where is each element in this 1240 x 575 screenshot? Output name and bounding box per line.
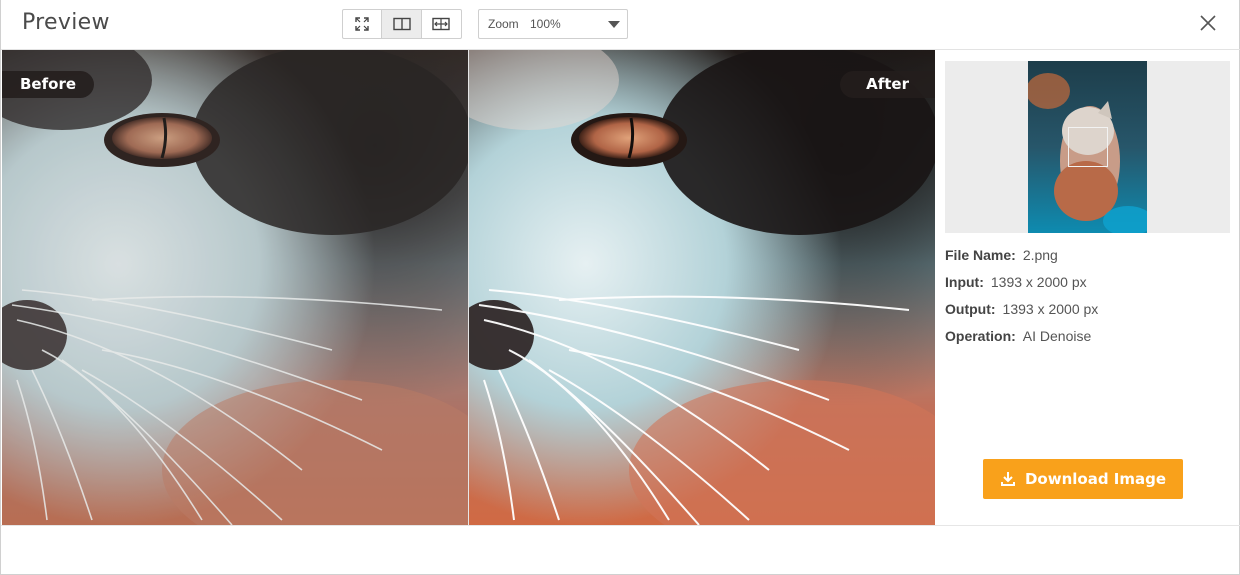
before-image-pane[interactable]: Before	[2, 50, 468, 525]
operation-row: Operation: AI Denoise	[945, 328, 1091, 344]
download-button-label: Download Image	[1024, 470, 1167, 488]
after-cat-image	[469, 50, 935, 525]
operation-label: Operation:	[945, 328, 1016, 344]
thumbnail-navigator[interactable]	[945, 61, 1230, 233]
input-row: Input: 1393 x 2000 px	[945, 274, 1087, 290]
close-icon	[1200, 15, 1216, 31]
expand-icon	[355, 17, 369, 31]
dialog-header: Preview Zoom 100%	[1, 0, 1240, 50]
dialog-title: Preview	[22, 10, 110, 35]
operation-value: AI Denoise	[1022, 328, 1092, 344]
before-label: Before	[2, 71, 95, 98]
footer-divider	[1, 525, 1240, 526]
output-value: 1393 x 2000 px	[1002, 301, 1099, 317]
caret-down-icon	[608, 21, 620, 28]
fit-screen-button[interactable]	[343, 10, 383, 38]
thumbnail-image	[1028, 61, 1147, 233]
compare-slider-icon	[432, 17, 451, 31]
file-name-label: File Name:	[945, 247, 1016, 263]
file-name-value: 2.png	[1022, 247, 1058, 263]
before-cat-image	[2, 50, 468, 525]
view-mode-group	[342, 9, 462, 39]
zoom-value: 100%	[530, 17, 561, 31]
input-label: Input:	[945, 274, 984, 290]
after-image-pane[interactable]: After	[469, 50, 935, 525]
input-value: 1393 x 2000 px	[990, 274, 1087, 290]
zoom-label: Zoom	[488, 17, 519, 31]
preview-dialog: Preview Zoom 100% Before After File Name…	[0, 0, 1240, 575]
download-image-button[interactable]: Download Image	[983, 459, 1183, 499]
download-icon	[1000, 471, 1016, 487]
file-name-row: File Name: 2.png	[945, 247, 1058, 263]
close-button[interactable]	[1198, 13, 1218, 33]
split-view-button[interactable]	[382, 10, 422, 38]
output-label: Output:	[945, 301, 996, 317]
output-row: Output: 1393 x 2000 px	[945, 301, 1098, 317]
viewport-frame[interactable]	[1068, 127, 1108, 167]
compare-slider-button[interactable]	[422, 10, 461, 38]
zoom-select[interactable]: Zoom 100%	[478, 9, 628, 39]
split-view-icon	[392, 17, 411, 31]
after-label: After	[840, 71, 935, 98]
